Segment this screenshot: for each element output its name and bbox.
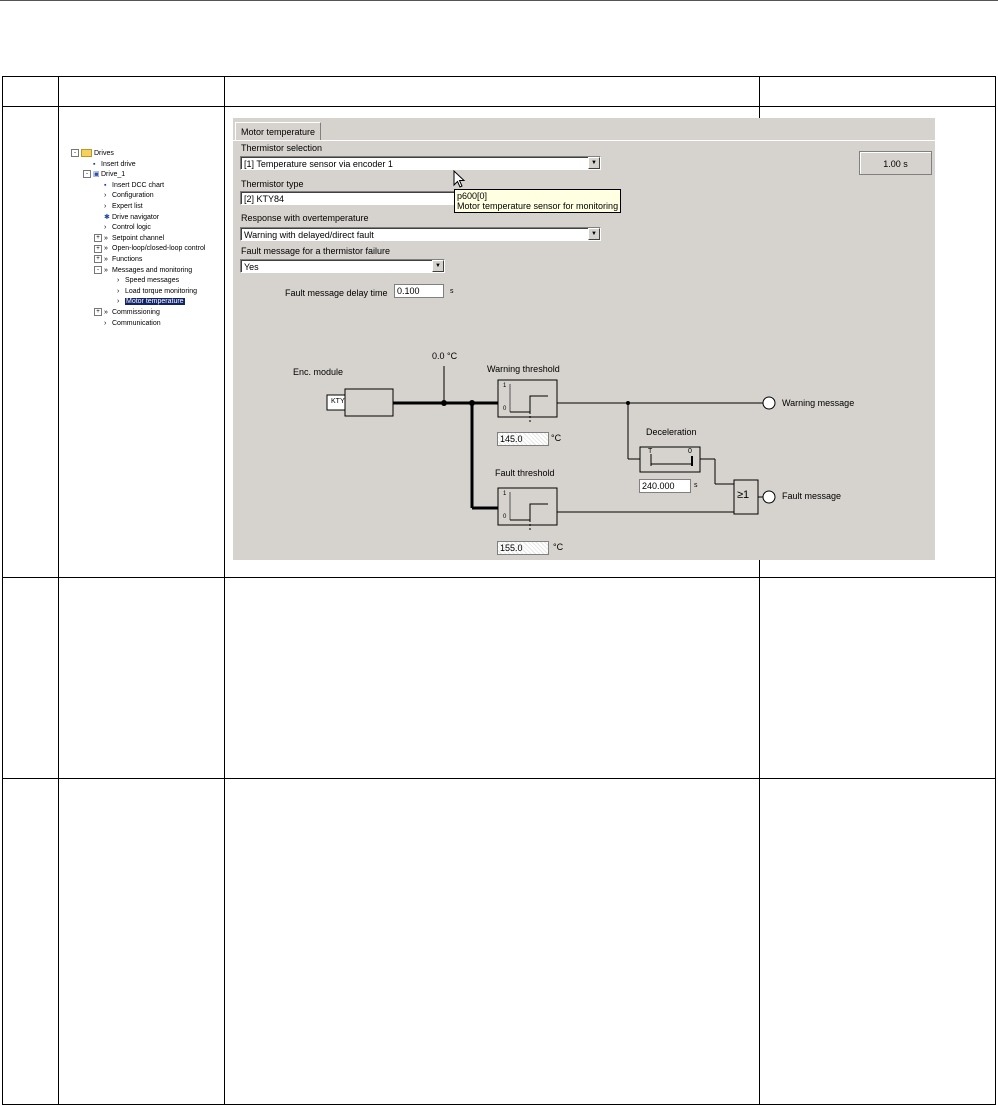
junction-dot [441,400,447,406]
encoder-module-box [344,388,394,417]
fault-threshold-input[interactable]: 155.0 [497,541,549,555]
warning-threshold-label: Warning threshold [487,364,560,374]
warning-message-label: Warning message [782,398,855,408]
deceleration-time-input[interactable]: 240.000 [639,479,691,493]
temperature-readout: 0.0 °C [432,351,458,361]
fault-threshold-label: Fault threshold [495,468,555,478]
warning-threshold-block [497,379,558,418]
encoder-module-label: Enc. module [293,367,344,377]
block-one-label: 1 [503,383,507,389]
timer-zero-label: 0 [688,448,692,455]
fault-threshold-unit: °C [553,542,564,552]
kty-label: KTY [331,398,345,405]
block-zero-label: 0 [503,514,507,520]
timer-t-label: T [648,448,653,455]
block-zero-label: 0 [503,406,507,412]
warning-message-output [762,396,776,410]
or-gate-label: ≥1 [737,489,750,501]
warning-threshold-unit: °C [551,433,562,443]
block-one-label: 1 [503,491,507,497]
deceleration-unit: s [694,482,698,489]
fault-message-output [762,490,776,504]
fault-threshold-block [497,487,558,526]
fault-message-label-diagram: Fault message [782,491,842,501]
warning-threshold-input[interactable]: 145.0 [497,432,549,446]
deceleration-label: Deceleration [646,427,697,437]
